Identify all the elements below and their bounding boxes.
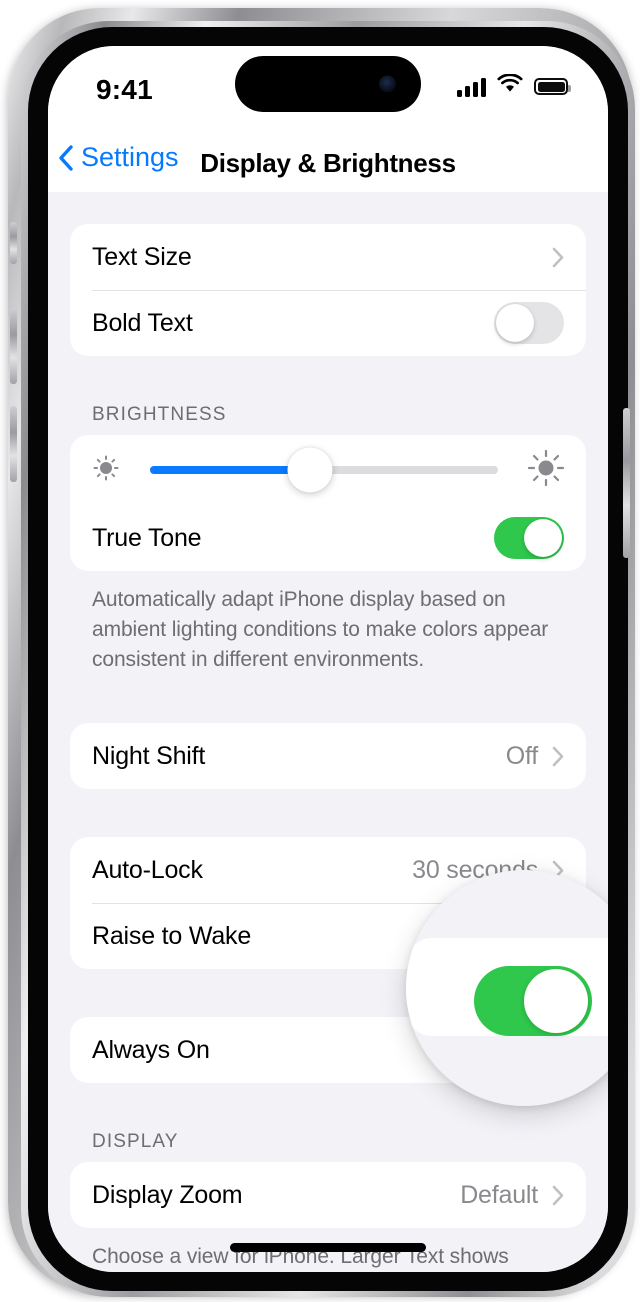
slider-knob[interactable] <box>287 447 333 493</box>
front-camera-icon <box>379 75 396 93</box>
wifi-icon <box>497 73 523 99</box>
brightness-slider[interactable] <box>150 447 498 493</box>
row-label: Text Size <box>92 242 192 271</box>
row-label: Raise to Wake <box>92 921 252 950</box>
sun-min-icon <box>88 450 124 491</box>
status-icons <box>457 73 571 99</box>
battery-full-icon <box>534 78 571 95</box>
side-power-button[interactable] <box>623 408 630 558</box>
group-brightness: True Tone <box>70 435 586 571</box>
settings-list[interactable]: Text Size Bold Text BRIGHTNESS True Tone… <box>48 192 608 1272</box>
group-text: Text Size Bold Text <box>70 224 586 356</box>
sun-max-icon <box>524 446 568 495</box>
bold-text-toggle[interactable] <box>494 302 564 344</box>
row-true-tone[interactable]: True Tone <box>70 505 586 571</box>
section-header-display: DISPLAY <box>92 1131 179 1152</box>
volume-up-button[interactable] <box>10 308 17 384</box>
page-title: Display & Brightness <box>200 148 456 178</box>
row-label: True Tone <box>92 523 202 552</box>
footer-true-tone: Automatically adapt iPhone display based… <box>92 588 549 671</box>
group-night-shift: Night Shift Off <box>70 723 586 789</box>
section-header-brightness: BRIGHTNESS <box>92 404 227 425</box>
cellular-signal-icon <box>457 77 486 97</box>
home-indicator[interactable] <box>230 1243 426 1252</box>
magnified-toggle-knob <box>524 969 588 1033</box>
row-bold-text[interactable]: Bold Text <box>70 290 586 356</box>
group-display: Display Zoom Default <box>70 1162 586 1228</box>
screenshot-stage: 9:41 Settings Display & Brightness Text … <box>0 0 640 1302</box>
row-text-size[interactable]: Text Size <box>70 224 586 290</box>
row-label: Night Shift <box>92 741 206 770</box>
row-brightness-slider[interactable] <box>70 435 586 505</box>
row-value: Off <box>505 741 538 770</box>
status-time: 9:41 <box>96 74 153 105</box>
row-value: Default <box>460 1180 538 1209</box>
iphone-screen: 9:41 Settings Display & Brightness Text … <box>48 46 608 1272</box>
status-bar: 9:41 <box>48 46 608 134</box>
chevron-right-icon <box>552 247 564 268</box>
dynamic-island <box>235 56 421 112</box>
navigation-bar: Settings Display & Brightness <box>48 134 608 192</box>
row-night-shift[interactable]: Night Shift Off <box>70 723 586 789</box>
slider-fill <box>150 466 311 474</box>
chevron-right-icon <box>552 1185 564 1206</box>
iphone-frame: 9:41 Settings Display & Brightness Text … <box>8 8 635 1297</box>
row-label: Display Zoom <box>92 1180 243 1209</box>
true-tone-toggle[interactable] <box>494 517 564 559</box>
row-display-zoom[interactable]: Display Zoom Default <box>70 1162 586 1228</box>
volume-down-button[interactable] <box>10 406 17 482</box>
row-label: Auto-Lock <box>92 855 203 884</box>
row-label: Always On <box>92 1035 210 1064</box>
chevron-right-icon <box>552 746 564 767</box>
row-label: Bold Text <box>92 308 193 337</box>
magnified-always-on-toggle[interactable] <box>474 966 592 1036</box>
action-button[interactable] <box>10 222 17 264</box>
